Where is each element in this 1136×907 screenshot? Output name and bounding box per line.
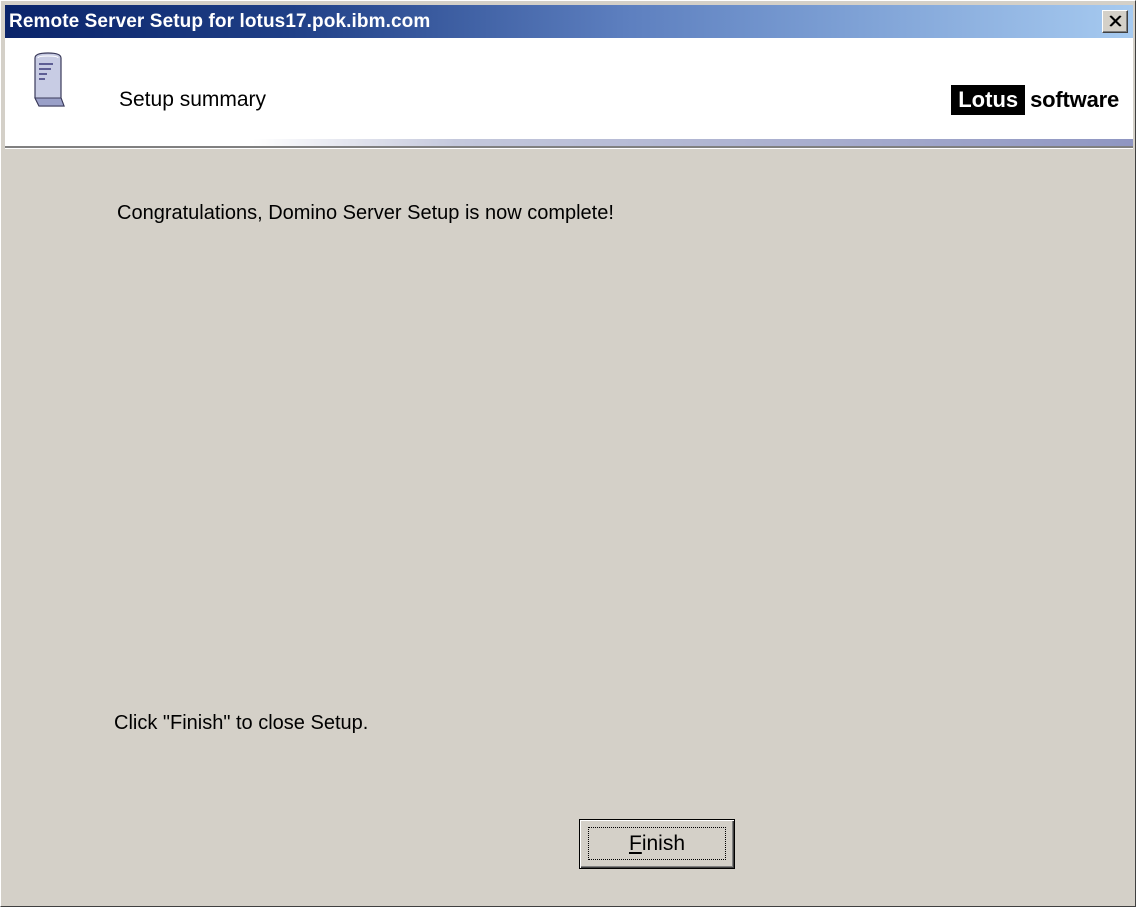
- window-title: Remote Server Setup for lotus17.pok.ibm.…: [9, 11, 431, 32]
- header-gradient-stripe: [5, 139, 1133, 146]
- close-button[interactable]: [1102, 10, 1128, 33]
- finish-button[interactable]: Finish: [579, 819, 735, 869]
- logo-brand: Lotus: [951, 85, 1026, 115]
- setup-dialog-window: Remote Server Setup for lotus17.pok.ibm.…: [0, 0, 1136, 907]
- completion-message: Congratulations, Domino Server Setup is …: [117, 202, 614, 224]
- title-bar[interactable]: Remote Server Setup for lotus17.pok.ibm.…: [5, 5, 1133, 38]
- lotus-software-logo: Lotus software: [951, 85, 1119, 115]
- finish-button-label: Finish: [629, 832, 685, 855]
- server-document-icon: [31, 52, 65, 113]
- finish-mnemonic: F: [628, 832, 642, 855]
- logo-word: software: [1030, 87, 1119, 112]
- header-divider: [5, 146, 1133, 149]
- finish-instruction: Click "Finish" to close Setup.: [114, 712, 369, 734]
- finish-label-rest: inish: [641, 832, 686, 855]
- close-x-icon: [1109, 15, 1122, 27]
- page-title: Setup summary: [119, 88, 267, 111]
- wizard-header: Setup summary Lotus software: [5, 38, 1133, 146]
